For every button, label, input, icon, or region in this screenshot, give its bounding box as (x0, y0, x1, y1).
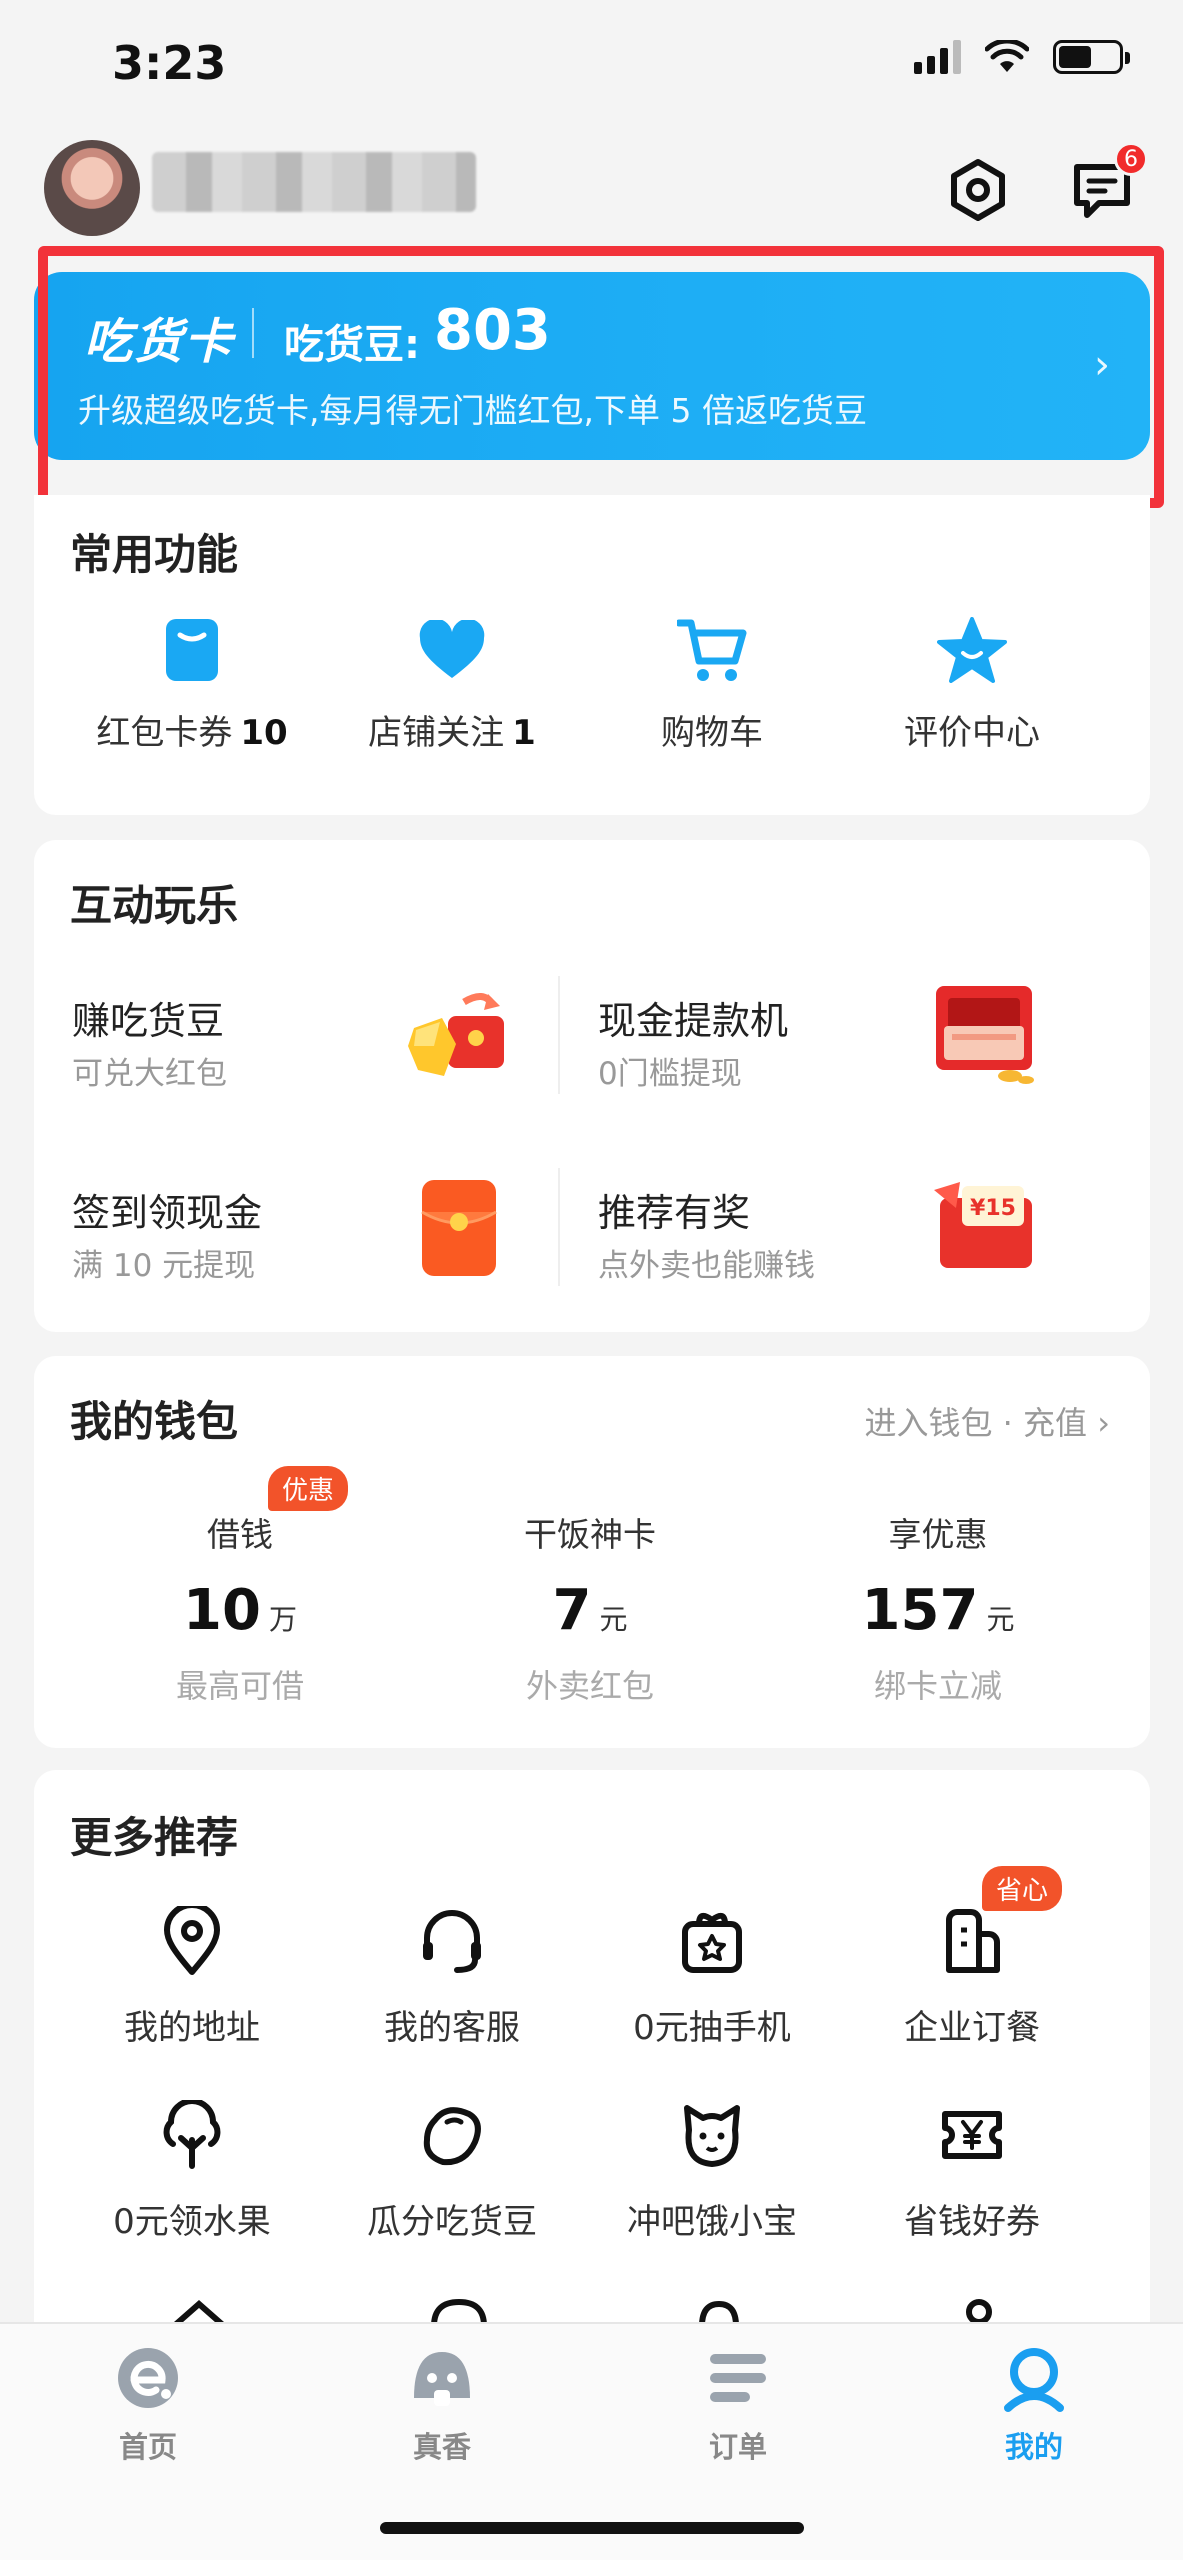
tab-home[interactable]: 首页 (48, 2344, 248, 2466)
profile-header: 6 (0, 140, 1183, 250)
reward-envelope-icon: ¥15 (934, 1182, 1032, 1268)
fun-subtitle: 点外卖也能赚钱 (598, 1248, 815, 1284)
wifi-icon (985, 40, 1029, 72)
interactive-fun-card: 互动玩乐 赚吃货豆 可兑大红包 现金提款机 0门槛提现 签到领现金 满 10 元… (34, 840, 1150, 1332)
fun-referral-reward[interactable]: 推荐有奖 点外卖也能赚钱 ¥15 (560, 1172, 1080, 1322)
wallet-enter-link[interactable]: 进入钱包 · 充值 › (865, 1398, 1111, 1444)
fun-name: 推荐有奖 (598, 1191, 751, 1235)
home-e-icon (118, 2348, 178, 2408)
more-pet-game[interactable]: 冲吧饿小宝 (582, 2100, 842, 2243)
message-count-badge: 6 (1114, 142, 1148, 176)
tab-profile[interactable]: 我的 (934, 2344, 1134, 2466)
cash-machine-icon (936, 986, 1034, 1084)
wallet-unit: 万 (268, 1603, 297, 1636)
wallet-loan[interactable]: 借钱 10 万 最高可借 (90, 1508, 390, 1707)
function-count: 1 (512, 713, 536, 753)
common-functions-card: 常用功能 红包卡券 10 店铺关注 1 购物车 评价中心 (34, 495, 1150, 815)
red-envelope-icon (421, 1180, 497, 1276)
profile-icon (1004, 2348, 1064, 2412)
pet-face-icon (684, 2105, 740, 2167)
function-label: 评价中心 (904, 713, 1040, 753)
tab-fragrant[interactable]: 真香 (342, 2344, 542, 2466)
fun-checkin-cash[interactable]: 签到领现金 满 10 元提现 (34, 1172, 554, 1322)
more-my-address[interactable]: 我的地址 (62, 1902, 322, 2049)
more-free-fruit[interactable]: 0元领水果 (62, 2098, 322, 2243)
messages-button[interactable]: 6 (1064, 142, 1148, 228)
battery-icon (1053, 40, 1130, 74)
fun-cash-machine[interactable]: 现金提款机 0门槛提现 (560, 980, 1080, 1130)
function-label: 红包卡券 (96, 713, 233, 753)
cellular-signal-icon (914, 40, 961, 74)
wallet-value: 7 (552, 1578, 592, 1643)
more-share-beans[interactable]: 瓜分吃货豆 (322, 2100, 582, 2243)
more-title: 更多推荐 (70, 1813, 239, 1862)
interactive-fun-title: 互动玩乐 (70, 881, 239, 930)
discount-badge: 优惠 (268, 1466, 349, 1511)
wallet-value: 10 (183, 1578, 261, 1643)
coupon-icon (157, 615, 227, 685)
status-icons (914, 40, 1130, 74)
common-functions-title: 常用功能 (70, 530, 239, 579)
function-cart[interactable]: 购物车 (582, 615, 842, 754)
save-worry-badge: 省心 (982, 1866, 1063, 1911)
wallet-title: 我的钱包 (70, 1397, 239, 1446)
status-time: 3:23 (112, 36, 227, 90)
highlight-box (38, 246, 1164, 508)
fun-earn-beans[interactable]: 赚吃货豆 可兑大红包 (34, 980, 554, 1130)
function-followed-shops[interactable]: 店铺关注 1 (322, 615, 582, 754)
wallet-meal-card[interactable]: 干饭神卡 7元 外卖红包 (440, 1508, 740, 1707)
user-avatar[interactable] (44, 140, 140, 236)
wallet-discount[interactable]: 享优惠 157 元 绑卡立减 (788, 1508, 1088, 1707)
settings-hexagon-icon (951, 159, 1005, 221)
wallet-value: 157 (861, 1578, 979, 1643)
settings-button[interactable] (940, 152, 1016, 228)
fun-name: 赚吃货豆 (72, 999, 225, 1043)
status-bar: 3:23 (0, 0, 1183, 120)
function-count: 10 (240, 713, 288, 753)
location-pin-icon (164, 1902, 220, 1975)
wallet-unit: 元 (599, 1603, 628, 1636)
heart-icon (417, 615, 487, 685)
fun-subtitle: 可兑大红包 (72, 1056, 227, 1092)
building-icon (946, 1909, 1000, 1973)
headset-icon (423, 1910, 481, 1973)
wallet-card: 我的钱包 进入钱包 · 充值 › 优惠 借钱 10 万 最高可借 干饭神卡 7元 … (34, 1356, 1150, 1748)
function-reviews[interactable]: 评价中心 (842, 615, 1102, 754)
more-free-phone[interactable]: 0元抽手机 (582, 1906, 842, 2049)
cart-icon (677, 615, 747, 685)
more-savings-coupons[interactable]: 省钱好券 (842, 2100, 1102, 2243)
username-blurred[interactable] (152, 152, 476, 212)
more-corporate-meals[interactable]: 企业订餐 (842, 1906, 1102, 2049)
more-customer-service[interactable]: 我的客服 (322, 1906, 582, 2049)
function-coupons[interactable]: 红包卡券 10 (62, 615, 322, 754)
tab-orders[interactable]: 订单 (638, 2344, 838, 2466)
gift-box-icon (682, 1912, 742, 1973)
order-list-icon (710, 2354, 766, 2402)
star-icon (937, 615, 1007, 685)
function-label: 购物车 (661, 713, 763, 753)
fun-name: 签到领现金 (72, 1191, 263, 1235)
reward-amount: ¥15 (970, 1196, 1016, 1221)
wallet-unit: 元 (986, 1603, 1015, 1636)
fun-subtitle: 0门槛提现 (598, 1056, 742, 1092)
fun-name: 现金提款机 (598, 999, 789, 1043)
bean-icon (423, 2107, 481, 2166)
fragrant-icon (414, 2352, 470, 2406)
fruit-tree-icon (163, 2098, 221, 2169)
home-indicator (380, 2522, 804, 2534)
fun-subtitle: 满 10 元提现 (72, 1248, 256, 1284)
function-label: 店铺关注 (368, 713, 505, 753)
yen-ticket-icon (942, 2111, 1002, 2159)
beans-redpacket-icon (408, 993, 504, 1076)
